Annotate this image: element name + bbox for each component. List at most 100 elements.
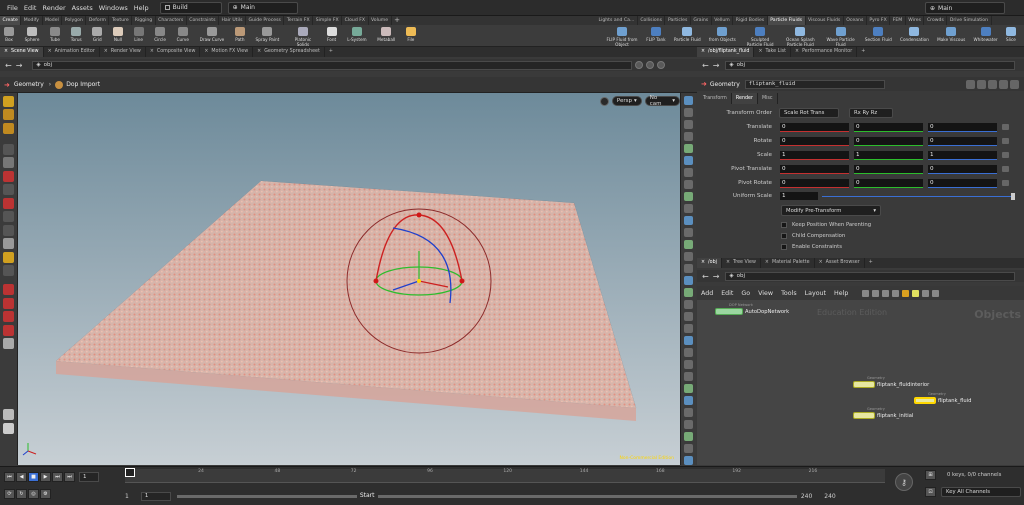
net-tab-obj[interactable]: ×/obj (697, 258, 722, 268)
tab-misc[interactable]: Misc (758, 93, 778, 104)
tree-icon[interactable] (882, 289, 890, 297)
menu-windows[interactable]: Windows (96, 0, 131, 16)
close-icon[interactable]: × (701, 260, 705, 265)
tool-flip-fluid-from-object[interactable]: FLIP Fluid from Object (606, 25, 638, 47)
template-icon[interactable] (684, 228, 693, 237)
shelf-tab-hair-utils[interactable]: Hair Utils (219, 16, 246, 25)
desktop-select[interactable]: Build (159, 1, 222, 14)
settings-icon[interactable]: ⚙ (40, 489, 51, 499)
play-icon[interactable]: ▶ (40, 472, 51, 482)
export-icon[interactable] (684, 444, 693, 453)
camera-icon[interactable] (3, 297, 14, 309)
shelf-tab-characters[interactable]: Characters (156, 16, 187, 25)
param-field-x[interactable]: 0 (779, 122, 850, 132)
shelf-tab-modify[interactable]: Modify (21, 16, 43, 25)
shelf-tab-fem[interactable]: FEM (890, 16, 906, 25)
unlink-icon[interactable] (684, 372, 693, 381)
light-icon[interactable] (684, 180, 693, 189)
pane-tab-obj-fliptank-fluid[interactable]: ×/obj/fliptank_fluid (697, 47, 755, 57)
menu-help[interactable]: Help (131, 0, 152, 16)
persp-select[interactable]: Persp ▾ (611, 96, 642, 106)
snap-grid-icon[interactable] (3, 197, 14, 209)
shading-icon[interactable] (684, 108, 693, 117)
snap-icon[interactable] (684, 240, 693, 249)
tool-curve[interactable]: Curve (177, 25, 189, 47)
tool-draw-curve[interactable]: Draw Curve (200, 25, 224, 47)
node-box[interactable] (914, 397, 936, 404)
display-icon[interactable] (684, 456, 693, 465)
audio-icon[interactable]: ◎ (28, 489, 39, 499)
display-options-icon[interactable] (684, 96, 693, 105)
play-back-icon[interactable]: ◀ (16, 472, 27, 482)
node-name-field[interactable]: fliptank_fluid (744, 79, 885, 89)
range-end[interactable]: 240 (801, 493, 812, 500)
search-icon[interactable] (999, 79, 1008, 89)
filter-icon[interactable] (684, 396, 693, 405)
back-arrow-icon[interactable]: ← (702, 272, 709, 281)
wireframe-icon[interactable] (684, 120, 693, 129)
realtime-icon[interactable]: ⟳ (4, 489, 15, 499)
param-field-y[interactable]: 0 (853, 178, 924, 188)
uniform-scale-field[interactable]: 1 (779, 191, 819, 201)
grid-icon[interactable] (684, 204, 693, 213)
tool-flip-tank[interactable]: FLIP Tank (646, 25, 666, 47)
param-field-z[interactable]: 0 (927, 122, 998, 132)
channel-icon[interactable] (1002, 138, 1009, 144)
eye-icon[interactable] (684, 312, 693, 321)
tool-sculpted-particle-fluid[interactable]: Sculpted Particle Fluid (744, 25, 776, 47)
wrench-icon[interactable] (684, 408, 693, 417)
tool-tube[interactable]: Tube (50, 25, 61, 47)
shelf-tab-model[interactable]: Model (43, 16, 63, 25)
shelf-tab-vellum[interactable]: Vellum (712, 16, 734, 25)
pane-tab-animation-editor[interactable]: × Animation Editor (44, 47, 100, 57)
range-end2[interactable]: 240 (824, 493, 835, 500)
net-menu-layout[interactable]: Layout (801, 290, 830, 297)
range-start[interactable]: 1 (125, 493, 129, 500)
normals-icon[interactable] (684, 144, 693, 153)
net-tab-material-palette[interactable]: × Material Palette (761, 258, 815, 268)
net-menu-tools[interactable]: Tools (777, 290, 801, 297)
scope-icon[interactable] (684, 276, 693, 285)
right-context-select[interactable]: ⊕ Main (925, 2, 1005, 14)
param-field-y[interactable]: 0 (853, 164, 924, 174)
checkbox-box[interactable] (781, 232, 787, 239)
uniform-scale-slider[interactable] (822, 193, 1015, 200)
shelf-tab-simple-fx[interactable]: Simple FX (313, 16, 343, 25)
menu-render[interactable]: Render (39, 0, 68, 16)
channel-icon[interactable] (1002, 166, 1009, 172)
channel-icon[interactable] (1002, 124, 1009, 130)
info-icon[interactable] (3, 422, 14, 434)
tool-ocean-splash-particle-fluid[interactable]: Ocean Splash Particle Fluid (784, 25, 816, 47)
range-start-field[interactable]: 1 (140, 491, 171, 501)
menu-assets[interactable]: Assets (69, 0, 96, 16)
vis-icon[interactable] (684, 156, 693, 165)
tab-render[interactable]: Render (731, 93, 758, 104)
shelf-tab-guide-process[interactable]: Guide Process (246, 16, 285, 25)
lock-icon[interactable] (988, 79, 997, 89)
shelf-tab-oceans[interactable]: Oceans (844, 16, 867, 25)
tool-spray-paint[interactable]: Spray Paint (256, 25, 279, 47)
param-field-x[interactable]: 0 (779, 164, 850, 174)
pane-tab-take-list[interactable]: × Take List (754, 47, 792, 57)
ghost-icon[interactable] (3, 338, 14, 349)
viewport-canvas[interactable] (18, 93, 680, 465)
network-path-field[interactable]: ◈ obj (725, 271, 1016, 281)
shelf-tab-viscous-fluids[interactable]: Viscous Fluids (806, 16, 844, 25)
menu-edit[interactable]: Edit (21, 0, 40, 16)
magnet-icon[interactable] (3, 324, 14, 336)
tool-whitewater[interactable]: Whitewater (974, 25, 998, 47)
slider-handle[interactable] (1011, 193, 1015, 200)
tool-l-system[interactable]: L-System (347, 25, 367, 47)
forward-arrow-icon[interactable]: → (713, 272, 720, 281)
prev-key-icon[interactable]: ⏮ (4, 472, 15, 482)
checkbox-enable-constraints[interactable]: Enable Constraints (781, 241, 871, 252)
gear-icon[interactable] (966, 79, 975, 89)
snapshot-icon[interactable] (684, 348, 693, 357)
flip-icon[interactable] (684, 336, 693, 345)
node-fliptank-initial[interactable]: Geometry fliptank_initial (853, 407, 913, 419)
close-icon[interactable]: × (819, 260, 823, 265)
forward-arrow-icon[interactable]: → (16, 61, 23, 70)
tool-particle-fluid[interactable]: Particle Fluid (674, 25, 701, 47)
keys-icon[interactable]: ⊞ (925, 470, 936, 480)
light-icon[interactable] (3, 311, 14, 322)
